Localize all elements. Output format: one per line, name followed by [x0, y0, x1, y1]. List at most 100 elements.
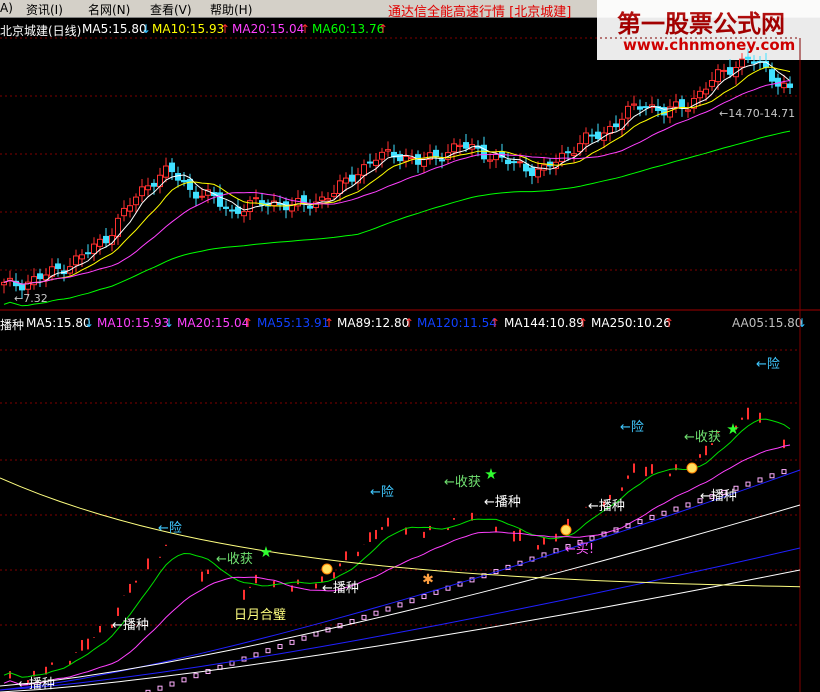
candle-body	[385, 149, 391, 152]
ma-lines	[3, 61, 791, 307]
candle-body	[361, 164, 367, 176]
ma55-line	[0, 469, 801, 691]
candle-body	[103, 235, 109, 244]
candle-body	[511, 161, 517, 164]
candle-body	[727, 67, 733, 75]
step-square	[397, 602, 403, 608]
candle-body	[373, 159, 379, 166]
candle-body	[349, 174, 355, 182]
candle-body	[613, 123, 619, 128]
candle-body	[721, 69, 727, 72]
candle-body	[529, 167, 535, 176]
high-range-label: ←14.70-14.71	[719, 107, 796, 120]
step-square	[637, 519, 643, 525]
candle-body	[703, 88, 709, 95]
candle-body	[151, 182, 157, 187]
candle-body	[55, 263, 61, 269]
step-square	[181, 677, 187, 683]
candle-body	[337, 180, 343, 194]
indicator-magenta-line	[3, 444, 791, 686]
candle-body	[697, 90, 703, 99]
step-square	[673, 506, 679, 512]
candle-body	[367, 161, 373, 164]
candle-body	[517, 161, 523, 164]
step-square	[409, 598, 415, 604]
sow-label: ←播种	[700, 489, 737, 504]
candle-body	[31, 276, 37, 286]
candle-body	[331, 192, 337, 197]
chart-canvas[interactable]: ★ ★ ★ ✱	[0, 0, 820, 692]
step-square	[649, 514, 655, 520]
candle-body	[325, 198, 331, 201]
ma10-line	[3, 66, 791, 285]
ma5-line	[3, 61, 791, 285]
sun-icon	[686, 462, 698, 474]
candle-body	[319, 196, 325, 201]
sow-label: ←播种	[18, 677, 55, 692]
candle-body	[223, 206, 229, 209]
candle-body	[91, 243, 97, 255]
candle-body	[565, 151, 571, 154]
candle-body	[121, 207, 127, 217]
danger-label: ←险	[620, 420, 644, 435]
step-square	[421, 594, 427, 600]
indicator-green-line	[3, 418, 791, 678]
step-square	[685, 502, 691, 508]
candle-body	[631, 103, 637, 106]
sow-label: ←播种	[484, 495, 521, 510]
candle-body	[505, 159, 511, 165]
candle-body	[715, 69, 721, 83]
candle-body	[73, 255, 79, 266]
candle-body	[133, 196, 139, 206]
candle-body	[145, 185, 151, 191]
candle-body	[751, 61, 757, 64]
candle-body	[187, 178, 193, 190]
buy-label: ←买!	[565, 542, 595, 557]
indicator-lines	[0, 407, 801, 692]
candle-body	[163, 165, 169, 178]
candle-body	[589, 134, 595, 137]
candles	[1, 48, 793, 299]
candle-body	[595, 131, 601, 139]
step-square	[781, 469, 787, 475]
star-icon: ★	[726, 420, 739, 438]
candle-body	[739, 58, 745, 68]
candle-body	[343, 177, 349, 184]
candle-body	[559, 152, 565, 162]
star-icon: ★	[259, 543, 272, 561]
candle-body	[79, 254, 85, 260]
grid-lines	[0, 37, 820, 692]
candle-body	[523, 163, 529, 172]
candle-body	[625, 105, 631, 119]
sow-label: ←播种	[588, 499, 625, 514]
sun-icon	[560, 524, 572, 536]
step-square	[745, 481, 751, 487]
harvest-label: ←收获	[684, 430, 721, 445]
candle-body	[1, 281, 7, 286]
candle-body	[787, 83, 793, 88]
candle-body	[439, 159, 445, 162]
candle-body	[685, 109, 691, 112]
low-price-label: ←7.32	[14, 292, 48, 305]
danger-label: ←险	[756, 357, 780, 372]
candle-body	[577, 143, 583, 152]
candle-body	[175, 173, 181, 181]
step-square	[757, 477, 763, 483]
step-square	[169, 681, 175, 687]
candle-body	[637, 106, 643, 110]
candle-body	[409, 157, 415, 160]
sow-label: ←播种	[112, 618, 149, 633]
step-square	[289, 639, 295, 645]
candle-body	[139, 186, 145, 197]
candle-body	[421, 158, 427, 167]
sow-label: ←播种	[322, 581, 359, 596]
candle-body	[583, 132, 589, 145]
candle-body	[181, 179, 187, 183]
candle-body	[709, 80, 715, 87]
star-icon: ★	[484, 465, 497, 483]
danger-label: ←险	[158, 521, 182, 536]
candle-body	[535, 168, 541, 178]
candle-body	[169, 162, 175, 173]
candle-body	[571, 153, 577, 156]
candle-body	[433, 149, 439, 158]
